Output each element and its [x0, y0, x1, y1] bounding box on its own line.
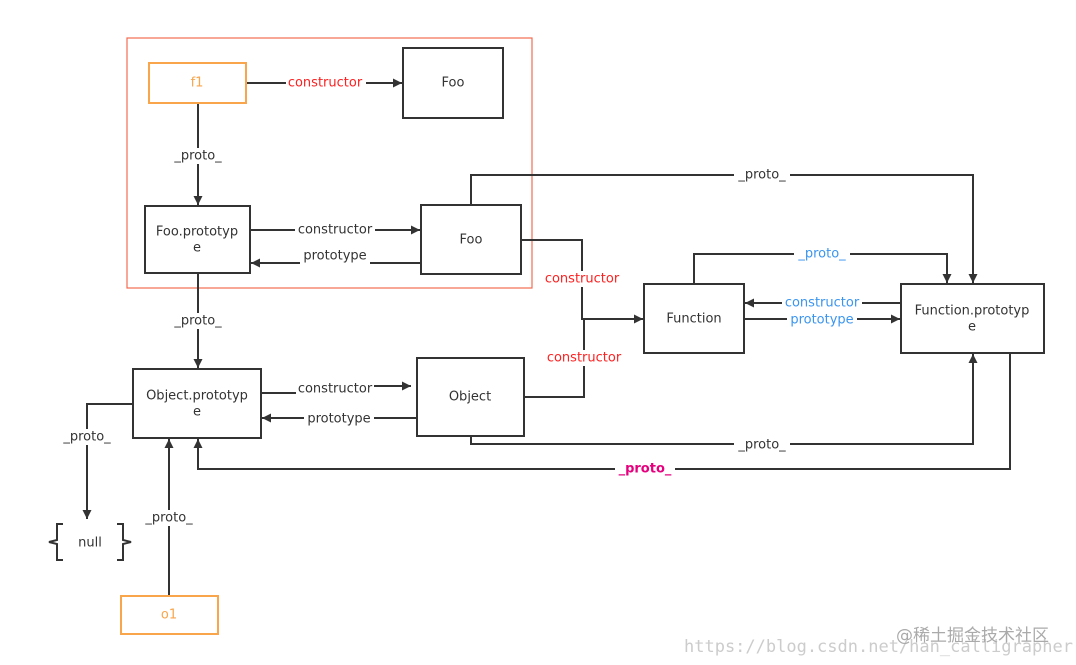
node-function-label: Function: [666, 312, 721, 327]
label-f1-proto: _proto_: [173, 149, 222, 164]
edge-foo-proto: [470, 174, 978, 283]
label-foo-proto: _proto_: [737, 168, 786, 183]
label-object-proto: _proto_: [737, 438, 786, 453]
label-foo-constructor: constructor: [545, 272, 620, 287]
node-object-prototype-label-2: e: [193, 405, 201, 420]
node-f1-label: f1: [191, 76, 204, 91]
label-object-constructor: constructor: [547, 351, 622, 366]
node-foo-top-label: Foo: [442, 76, 465, 91]
label-functionproto-constructor: constructor: [785, 296, 860, 311]
node-null-label: null: [78, 536, 102, 551]
node-function: Function: [643, 283, 745, 354]
node-f1: f1: [148, 62, 247, 104]
left-brace-icon: [48, 523, 63, 561]
watermark-site: @稀土掘金技术社区: [896, 626, 1049, 646]
label-function-prototype: prototype: [790, 313, 853, 328]
right-brace-icon: [117, 523, 132, 561]
label-fooproto-constructor: constructor: [298, 223, 373, 238]
label-fooproto-proto: _proto_: [173, 314, 222, 329]
label-objectproto-proto: _proto_: [62, 430, 111, 445]
label-f1-constructor: constructor: [288, 76, 363, 91]
label-o1-proto: _proto_: [144, 511, 193, 526]
prototype-chain-diagram: constructor _proto_ constructor prototyp…: [48, 37, 1073, 657]
label-object-prototype: prototype: [307, 412, 370, 427]
node-null: null: [48, 523, 132, 561]
node-foo-label: Foo: [460, 233, 483, 248]
label-objectproto-constructor: constructor: [298, 382, 373, 397]
node-o1: o1: [120, 595, 219, 635]
label-functionproto-proto: _proto_: [619, 462, 672, 477]
node-foo-prototype-label-2: e: [193, 241, 201, 256]
node-object-prototype: Object.prototyp e: [132, 368, 262, 439]
node-foo: Foo: [420, 204, 522, 275]
node-foo-prototype-label-1: Foo.prototyp: [156, 225, 238, 240]
node-function-prototype-label-2: e: [968, 320, 976, 335]
label-function-proto: _proto_: [797, 247, 846, 262]
node-foo-prototype: Foo.prototyp e: [144, 205, 251, 274]
edge-object-proto: [470, 354, 978, 445]
node-object-label: Object: [449, 390, 491, 405]
node-object-prototype-label-1: Object.prototyp: [146, 389, 248, 404]
node-foo-top: Foo: [402, 47, 504, 119]
node-o1-label: o1: [161, 608, 177, 623]
label-foo-prototype: prototype: [303, 249, 366, 264]
node-function-prototype: Function.prototyp e: [900, 283, 1045, 354]
edge-objectproto-proto: [82, 403, 133, 519]
node-function-prototype-label-1: Function.prototyp: [915, 304, 1030, 319]
node-object: Object: [416, 357, 525, 437]
